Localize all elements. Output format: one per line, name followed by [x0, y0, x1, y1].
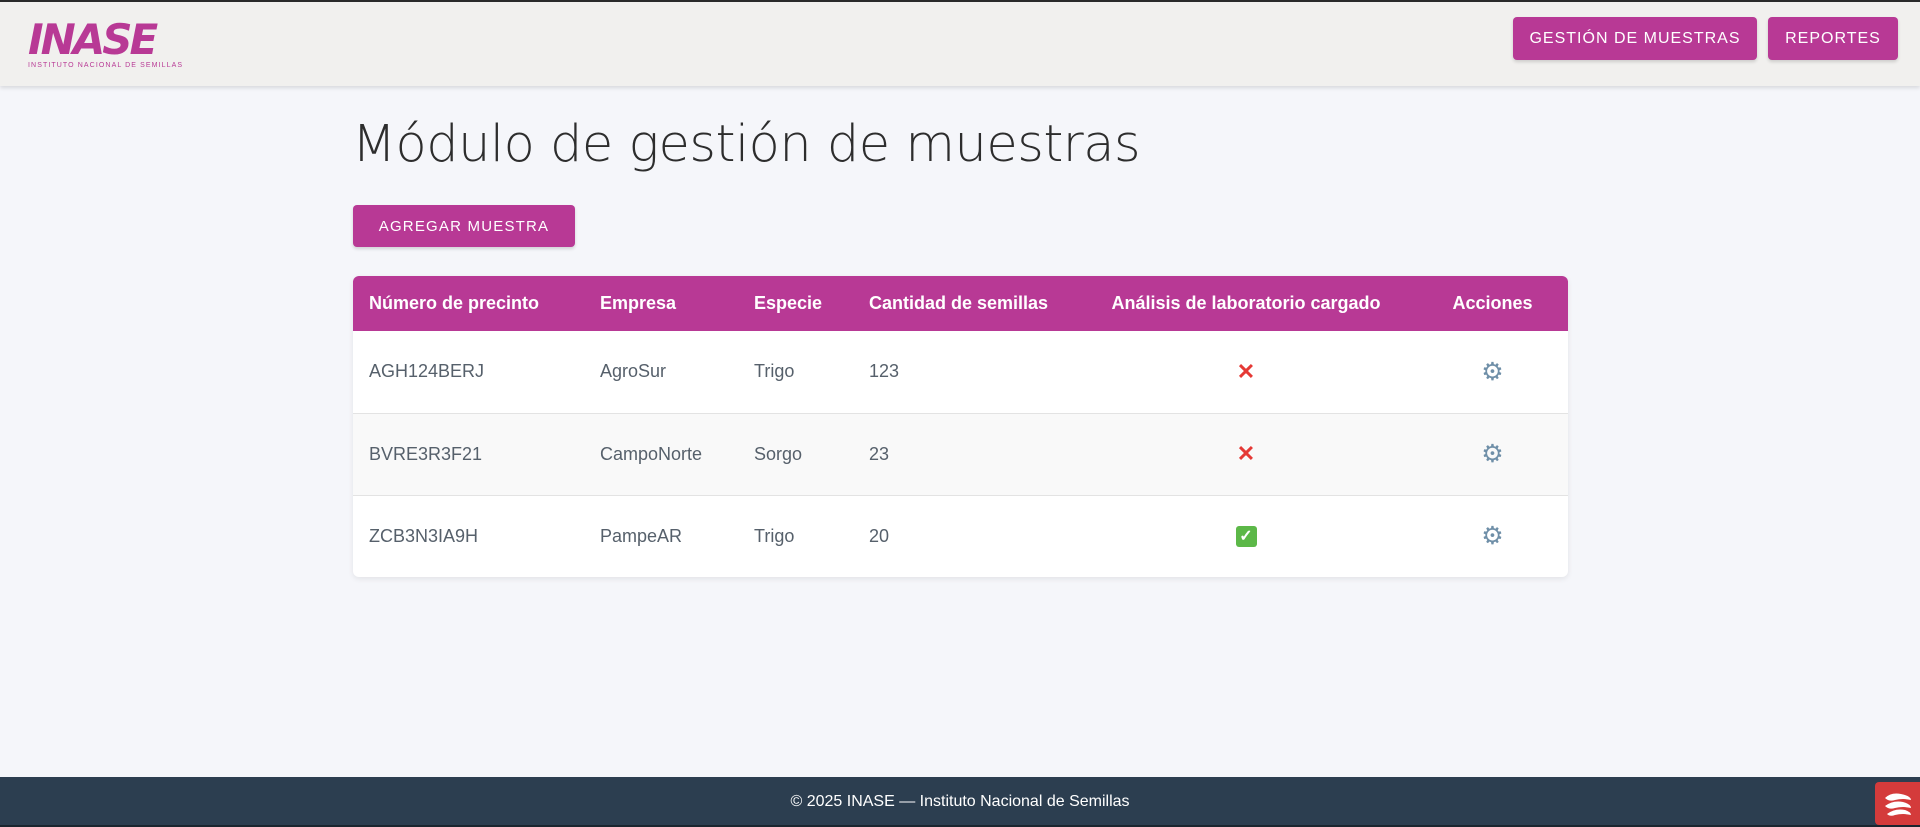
header-analisis: Análisis de laboratorio cargado: [1111, 293, 1381, 313]
cell-acciones: ⚙: [1417, 331, 1568, 413]
table-row: AGH124BERJ AgroSur Trigo 123 ✕ ⚙: [353, 331, 1568, 413]
cell-empresa: CampoNorte: [600, 443, 703, 464]
nav-reportes-button[interactable]: REPORTES: [1768, 17, 1898, 60]
cell-cantidad: 20: [869, 525, 890, 546]
cell-analisis: ✕: [1075, 413, 1417, 495]
corner-widget-icon[interactable]: [1875, 782, 1920, 825]
cell-acciones: ⚙: [1417, 413, 1568, 495]
cell-precinto: BVRE3R3F21: [369, 443, 483, 464]
top-navbar: INASE INSTITUTO NACIONAL DE SEMILLAS GES…: [0, 2, 1920, 86]
cell-acciones: ⚙: [1417, 495, 1568, 577]
samples-table-container: Número de precinto Empresa Especie Canti…: [353, 276, 1568, 577]
add-sample-button[interactable]: AGREGAR MUESTRA: [353, 205, 575, 247]
cell-empresa: PampeAR: [600, 525, 683, 546]
table-header-row: Número de precinto Empresa Especie Canti…: [353, 276, 1568, 331]
cell-cantidad: 23: [869, 443, 890, 464]
header-empresa: Empresa: [600, 293, 677, 313]
check-mark-icon: ✓: [1235, 526, 1257, 548]
gear-icon[interactable]: ⚙: [1481, 358, 1503, 386]
cell-especie: Trigo: [754, 525, 795, 546]
table-row: ZCB3N3IA9H PampeAR Trigo 20 ✓ ⚙: [353, 495, 1568, 577]
gear-icon[interactable]: ⚙: [1481, 522, 1503, 550]
cell-analisis: ✕: [1075, 331, 1417, 413]
table-row: BVRE3R3F21 CampoNorte Sorgo 23 ✕ ⚙: [353, 413, 1568, 495]
cell-especie: Sorgo: [754, 443, 803, 464]
logo-subtitle: INSTITUTO NACIONAL DE SEMILLAS: [28, 62, 184, 69]
header-precinto: Número de precinto: [369, 293, 540, 313]
cross-mark-icon: ✕: [1236, 441, 1256, 466]
logo-seed-icon: [165, 33, 187, 51]
cell-precinto: AGH124BERJ: [369, 361, 485, 382]
widget-logo-icon: [1885, 793, 1911, 816]
nav-gestion-muestras-button[interactable]: GESTIÓN DE MUESTRAS: [1513, 17, 1757, 60]
cross-mark-icon: ✕: [1236, 358, 1256, 384]
logo-wordmark: INASE: [28, 15, 158, 64]
samples-table: Número de precinto Empresa Especie Canti…: [353, 276, 1568, 577]
cell-empresa: AgroSur: [600, 361, 667, 382]
cell-especie: Trigo: [754, 361, 795, 382]
header-cantidad: Cantidad de semillas: [869, 293, 1049, 313]
cell-precinto: ZCB3N3IA9H: [369, 525, 479, 546]
inase-logo[interactable]: INASE INSTITUTO NACIONAL DE SEMILLAS: [28, 18, 252, 72]
header-acciones: Acciones: [1452, 293, 1533, 313]
cell-cantidad: 123: [869, 361, 900, 382]
header-especie: Especie: [754, 293, 823, 313]
footer-copyright: © 2025 INASE — Instituto Nacional de Sem…: [790, 793, 1130, 810]
page-footer: © 2025 INASE — Instituto Nacional de Sem…: [0, 777, 1920, 827]
cell-analisis: ✓: [1075, 495, 1417, 577]
page-title: Módulo de gestión de muestras: [352, 115, 1141, 174]
gear-icon[interactable]: ⚙: [1481, 440, 1503, 468]
